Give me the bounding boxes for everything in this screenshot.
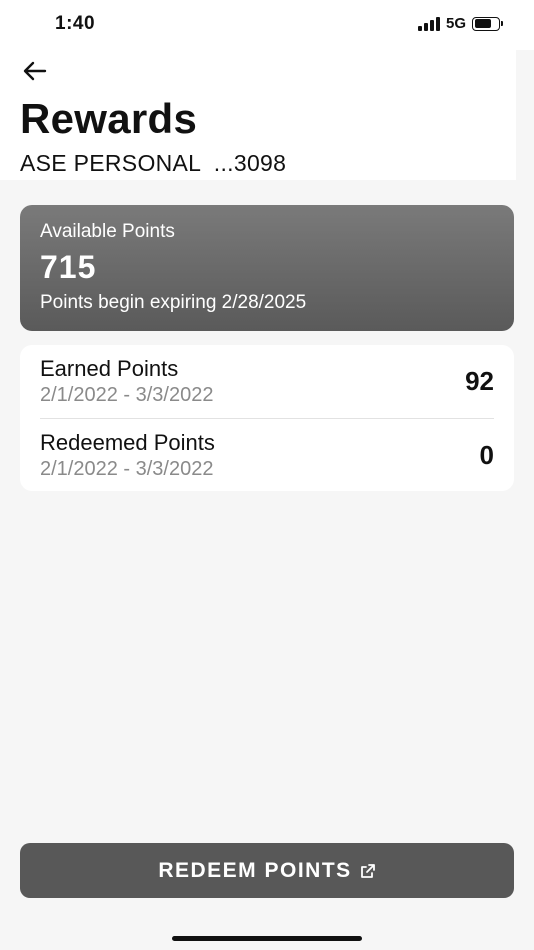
status-icons: 5G xyxy=(417,15,503,32)
available-points-card: Available Points 715 Points begin expiri… xyxy=(20,205,514,331)
status-time: 1:40 xyxy=(55,13,96,34)
battery-icon xyxy=(472,16,503,31)
available-points-label: Available Points xyxy=(40,221,175,242)
available-points-value: 715 xyxy=(40,249,97,285)
signal-icon xyxy=(417,16,440,31)
redeemed-points-range: 2/1/2022 - 3/3/2022 xyxy=(40,457,214,480)
page-title: Rewards xyxy=(20,95,198,142)
earned-points-row: Earned Points 2/1/2022 - 3/3/2022 92 xyxy=(40,345,494,418)
arrow-left-icon xyxy=(23,61,47,81)
redeemed-points-label: Redeemed Points xyxy=(40,429,215,455)
network-type: 5G xyxy=(445,15,466,32)
earned-points-range: 2/1/2022 - 3/3/2022 xyxy=(40,384,214,406)
earned-points-label: Earned Points xyxy=(40,356,179,381)
back-button[interactable] xyxy=(20,58,50,84)
redeemed-points-row: Redeemed Points 2/1/2022 - 3/3/2022 0 xyxy=(40,418,494,491)
external-link-icon xyxy=(360,863,375,878)
expiring-note: Points begin expiring 2/28/2025 xyxy=(40,292,307,313)
earned-points-value: 92 xyxy=(465,366,494,396)
home-indicator[interactable] xyxy=(172,936,362,941)
account-name: ASE PERSONAL ...3098 xyxy=(20,150,287,176)
redeem-points-button[interactable]: REDEEM POINTS xyxy=(20,843,514,898)
points-summary-card: Earned Points 2/1/2022 - 3/3/2022 92 Red… xyxy=(20,345,514,491)
redeem-points-label: REDEEM POINTS xyxy=(158,858,352,882)
redeemed-points-value: 0 xyxy=(479,439,494,470)
status-bar: 1:40 5G xyxy=(0,0,534,50)
